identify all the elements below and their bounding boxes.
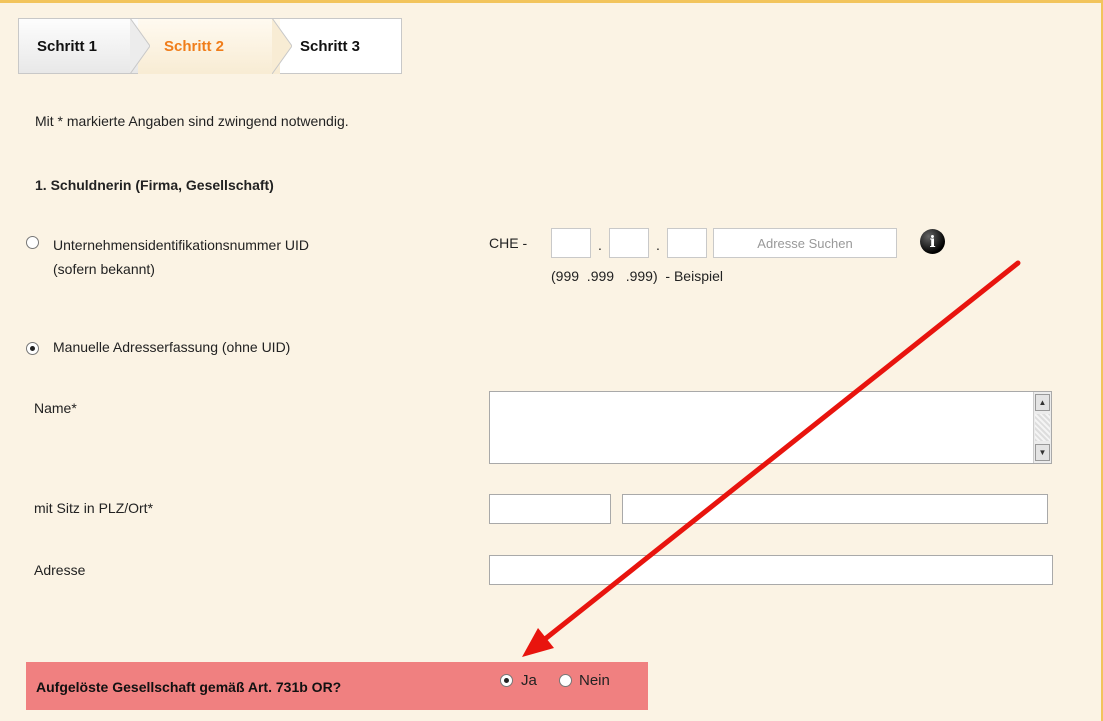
uid-label-line1: Unternehmensidentifikationsnummer UID (53, 237, 309, 253)
uid-prefix: CHE - (489, 235, 528, 251)
dissolved-no-label[interactable]: Nein (579, 672, 610, 689)
manual-address-label: Manuelle Adresserfassung (ohne UID) (53, 339, 291, 355)
name-textarea[interactable]: ▲ ▼ (489, 391, 1052, 464)
tab-step-3[interactable]: Schritt 3 (280, 18, 402, 74)
info-icon[interactable]: i (920, 229, 945, 254)
required-fields-note: Mit * markierte Angaben sind zwingend no… (35, 113, 349, 129)
scroll-down-icon[interactable]: ▼ (1035, 444, 1050, 461)
uid-separator: . (656, 237, 660, 253)
address-label: Adresse (34, 562, 86, 578)
dissolved-company-bar: Aufgelöste Gesellschaft gemäß Art. 731b … (26, 662, 648, 710)
tab-step-2-label: Schritt 2 (164, 37, 225, 55)
ort-input[interactable] (622, 494, 1048, 524)
uid-part-1-input[interactable] (551, 228, 591, 258)
form-frame: Schritt 1 Schritt 2 Schritt 3 Mit * mark… (0, 0, 1103, 721)
uid-part-2-input[interactable] (609, 228, 649, 258)
address-input[interactable] (489, 555, 1053, 585)
uid-part-3-input[interactable] (667, 228, 707, 258)
tab-step-1-label: Schritt 1 (37, 37, 98, 55)
plz-input[interactable] (489, 494, 611, 524)
section-title: 1. Schuldnerin (Firma, Gesellschaft) (35, 177, 274, 193)
manual-address-radio[interactable] (26, 342, 39, 355)
dissolved-yes-label[interactable]: Ja (521, 672, 537, 689)
uid-example: (999 .999 .999) - Beispiel (551, 268, 723, 284)
tab-separator-chevron (272, 18, 292, 74)
address-search-button[interactable]: Adresse Suchen (713, 228, 897, 258)
uid-label-line2: (sofern bekannt) (53, 261, 155, 277)
dissolved-yes-radio[interactable] (500, 674, 513, 687)
dissolved-company-label: Aufgelöste Gesellschaft gemäß Art. 731b … (36, 679, 342, 695)
uid-separator: . (598, 237, 602, 253)
plz-ort-label: mit Sitz in PLZ/Ort* (34, 500, 154, 516)
tab-step-3-label: Schritt 3 (300, 37, 361, 55)
uid-label: Unternehmensidentifikationsnummer UID (s… (53, 233, 309, 281)
uid-radio[interactable] (26, 236, 39, 249)
tab-step-1[interactable]: Schritt 1 (18, 18, 138, 74)
name-scrollbar[interactable]: ▲ ▼ (1033, 392, 1051, 463)
tab-step-2[interactable]: Schritt 2 (138, 18, 280, 74)
dissolved-no-radio[interactable] (559, 674, 572, 687)
scroll-track[interactable] (1035, 414, 1050, 441)
name-label: Name* (34, 400, 77, 416)
tab-separator-chevron (130, 18, 150, 74)
scroll-up-icon[interactable]: ▲ (1035, 394, 1050, 411)
